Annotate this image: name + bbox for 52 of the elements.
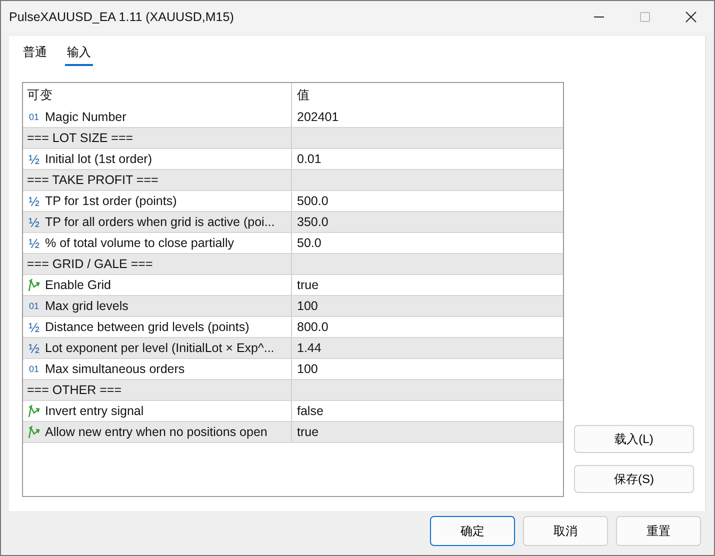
parameter-value: 800.0: [297, 320, 328, 334]
dialog-button[interactable]: 载入(L): [574, 425, 694, 453]
dialog-button[interactable]: 确定: [430, 516, 515, 546]
parameter-value: 100: [297, 362, 318, 376]
parameter-value: true: [297, 278, 319, 292]
parameter-value: 0.01: [297, 152, 322, 166]
maximize-icon: [639, 11, 651, 23]
decimal-type-icon: ½: [27, 152, 41, 166]
parameter-value: 100: [297, 299, 318, 313]
window-title: PulseXAUUSD_EA 1.11 (XAUUSD,M15): [8, 10, 235, 24]
parameter-name: Max grid levels: [45, 299, 128, 313]
parameter-name: === TAKE PROFIT ===: [27, 173, 158, 187]
parameter-name: Allow new entry when no positions open: [45, 425, 268, 439]
decimal-type-icon: ½: [27, 320, 41, 334]
boolean-type-icon: [27, 278, 41, 292]
parameter-name: % of total volume to close partially: [45, 236, 234, 250]
parameter-name: TP for 1st order (points): [45, 194, 177, 208]
close-icon: [685, 11, 697, 23]
parameter-value: 500.0: [297, 194, 328, 208]
boolean-type-icon: [27, 404, 41, 418]
parameter-value: 1.44: [297, 341, 322, 355]
parameter-name: Lot exponent per level (InitialLot × Exp^...: [45, 341, 274, 355]
parameter-name: Max simultaneous orders: [45, 362, 185, 376]
column-header: 可变: [23, 83, 292, 107]
integer-type-icon: 01: [27, 301, 41, 311]
decimal-type-icon: ½: [27, 214, 41, 230]
parameter-name: === LOT SIZE ===: [27, 131, 134, 145]
parameter-value: 350.0: [297, 215, 328, 229]
parameter-name: === GRID / GALE ===: [27, 257, 153, 271]
parameter-name: Magic Number: [45, 110, 126, 124]
parameter-name: Distance between grid levels (points): [45, 320, 250, 334]
parameter-name: Initial lot (1st order): [45, 152, 152, 166]
parameter-value: true: [297, 425, 319, 439]
tab[interactable]: 输入: [65, 42, 93, 66]
parameter-value: false: [297, 404, 324, 418]
tab[interactable]: 普通: [21, 42, 49, 66]
parameter-name: TP for all orders when grid is active (poi...: [45, 215, 275, 229]
decimal-type-icon: ½: [27, 340, 41, 356]
boolean-type-icon: [27, 425, 41, 439]
integer-type-icon: 01: [27, 364, 41, 374]
dialog-button[interactable]: 取消: [523, 516, 608, 546]
parameter-name: === OTHER ===: [27, 383, 122, 397]
dialog-button[interactable]: 重置: [616, 516, 701, 546]
decimal-type-icon: ½: [27, 236, 41, 250]
parameter-value: 202401: [297, 110, 339, 124]
parameter-value: 50.0: [297, 236, 322, 250]
parameter-name: Invert entry signal: [45, 404, 144, 418]
parameter-name: Enable Grid: [45, 278, 112, 292]
integer-type-icon: 01: [27, 112, 41, 122]
dialog-button[interactable]: 保存(S): [574, 465, 694, 493]
decimal-type-icon: ½: [27, 194, 41, 208]
column-header: 值: [296, 86, 311, 104]
